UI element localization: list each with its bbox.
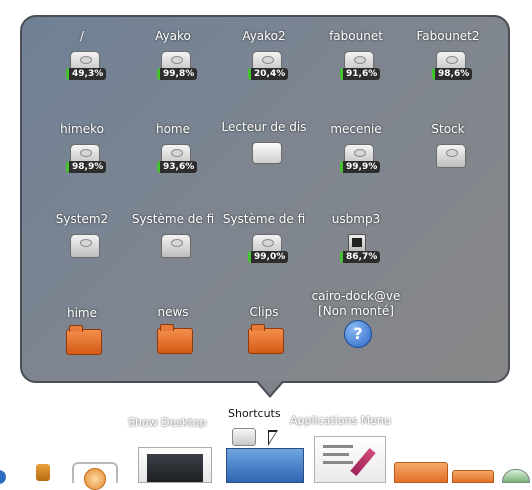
shortcut-fabounet2[interactable]: Fabounet2 98,6% bbox=[402, 29, 494, 109]
shortcut-news[interactable]: news bbox=[127, 305, 219, 385]
shortcut-usbmp3[interactable]: usbmp3 86,7% bbox=[310, 212, 402, 292]
menu-line bbox=[323, 461, 353, 464]
shortcut-clips[interactable]: Clips bbox=[218, 305, 310, 385]
popup-pointer bbox=[258, 381, 282, 395]
shortcut-label: / bbox=[79, 29, 85, 43]
shortcuts-popup: / 49,3% Ayako 99,8% Ayako2 20,4% faboune… bbox=[20, 15, 510, 383]
shortcut-label: Lecteur de dis bbox=[221, 120, 307, 134]
shortcut-label: Système de fi bbox=[131, 212, 215, 226]
shortcut-label: home bbox=[155, 122, 191, 136]
shortcut-himeko[interactable]: himeko 98,9% bbox=[36, 122, 128, 202]
pencil-icon bbox=[350, 447, 376, 477]
drive-icon bbox=[70, 234, 100, 258]
orange-disc-icon bbox=[84, 468, 106, 490]
shortcut-systeme-de-fichiers-2[interactable]: Système de fi 99,0% bbox=[218, 212, 310, 292]
shortcuts-icon[interactable] bbox=[226, 428, 304, 483]
show-desktop-icon[interactable] bbox=[138, 447, 212, 483]
shortcut-cairo-dock[interactable]: cairo-dock@ve [Non monté] ? bbox=[310, 289, 402, 379]
usage-badge: 99,8% bbox=[157, 68, 198, 80]
menu-line bbox=[323, 453, 349, 456]
dock-label-show-desktop: Show Desktop bbox=[128, 416, 207, 429]
torch-icon[interactable] bbox=[36, 464, 50, 481]
dock-label-shortcuts: Shortcuts bbox=[228, 407, 281, 420]
shortcut-ayako[interactable]: Ayako 99,8% bbox=[127, 29, 219, 109]
media-player-icon[interactable] bbox=[72, 462, 118, 490]
folder-icon[interactable] bbox=[394, 462, 448, 483]
shortcut-home[interactable]: home 93,6% bbox=[127, 122, 219, 202]
shortcut-label: Clips bbox=[249, 305, 279, 319]
shortcut-label: Ayako bbox=[155, 29, 191, 43]
folder-icon bbox=[248, 324, 284, 354]
folder-icon[interactable] bbox=[452, 470, 494, 483]
drive-icon bbox=[436, 144, 466, 168]
drive-icon bbox=[232, 428, 256, 446]
shortcut-root[interactable]: / 49,3% bbox=[36, 29, 128, 109]
usage-badge: 49,3% bbox=[66, 68, 107, 80]
usage-badge: 99,0% bbox=[248, 251, 289, 263]
drive-icon bbox=[161, 234, 191, 258]
shortcut-label: Système de fi bbox=[222, 212, 306, 226]
usage-badge: 93,6% bbox=[157, 161, 198, 173]
shortcut-system2[interactable]: System2 bbox=[36, 212, 128, 292]
usage-badge: 86,7% bbox=[340, 251, 381, 263]
mouse-cursor-icon bbox=[268, 430, 278, 446]
shortcut-label: fabounet bbox=[329, 29, 383, 43]
shortcut-label: System2 bbox=[55, 212, 109, 226]
shortcut-label: mecenie bbox=[330, 122, 382, 136]
shortcut-label: Stock bbox=[431, 122, 465, 136]
help-icon: ? bbox=[344, 320, 372, 348]
usage-badge: 91,6% bbox=[340, 68, 381, 80]
folder-icon bbox=[66, 325, 102, 355]
shortcut-label: Ayako2 bbox=[242, 29, 286, 43]
usage-badge: 98,6% bbox=[432, 68, 473, 80]
usage-badge: 99,9% bbox=[340, 161, 381, 173]
globe-icon[interactable] bbox=[0, 470, 6, 484]
shortcut-label: usbmp3 bbox=[331, 212, 381, 226]
shortcut-fabounet[interactable]: fabounet 91,6% bbox=[310, 29, 402, 109]
shortcut-label: himeko bbox=[60, 122, 104, 136]
usage-badge: 20,4% bbox=[248, 68, 289, 80]
removable-drive-icon bbox=[252, 142, 282, 164]
shortcut-label: hime bbox=[66, 306, 97, 320]
menu-line bbox=[323, 445, 353, 448]
shortcut-ayako2[interactable]: Ayako2 20,4% bbox=[218, 29, 310, 109]
usage-badge: 98,9% bbox=[66, 161, 107, 173]
mount-status-label: [Non monté] bbox=[318, 304, 394, 318]
shortcut-systeme-de-fichiers-1[interactable]: Système de fi bbox=[127, 212, 219, 292]
shortcut-label: cairo-dock@ve bbox=[311, 289, 401, 303]
shortcut-label: Fabounet2 bbox=[416, 29, 480, 43]
shortcut-mecenie[interactable]: mecenie 99,9% bbox=[310, 122, 402, 202]
shortcut-label: news bbox=[157, 305, 189, 319]
desktop-screen-icon bbox=[147, 454, 203, 482]
folder-icon bbox=[157, 324, 193, 354]
folder-icon bbox=[226, 448, 304, 483]
dock-label-applications-menu: Applications Menu bbox=[290, 414, 391, 427]
shortcut-lecteur-de-disque[interactable]: Lecteur de dis bbox=[218, 120, 310, 200]
shortcut-stock[interactable]: Stock bbox=[402, 122, 494, 202]
shortcut-hime[interactable]: hime bbox=[36, 306, 128, 386]
applications-menu-icon[interactable] bbox=[314, 436, 386, 483]
